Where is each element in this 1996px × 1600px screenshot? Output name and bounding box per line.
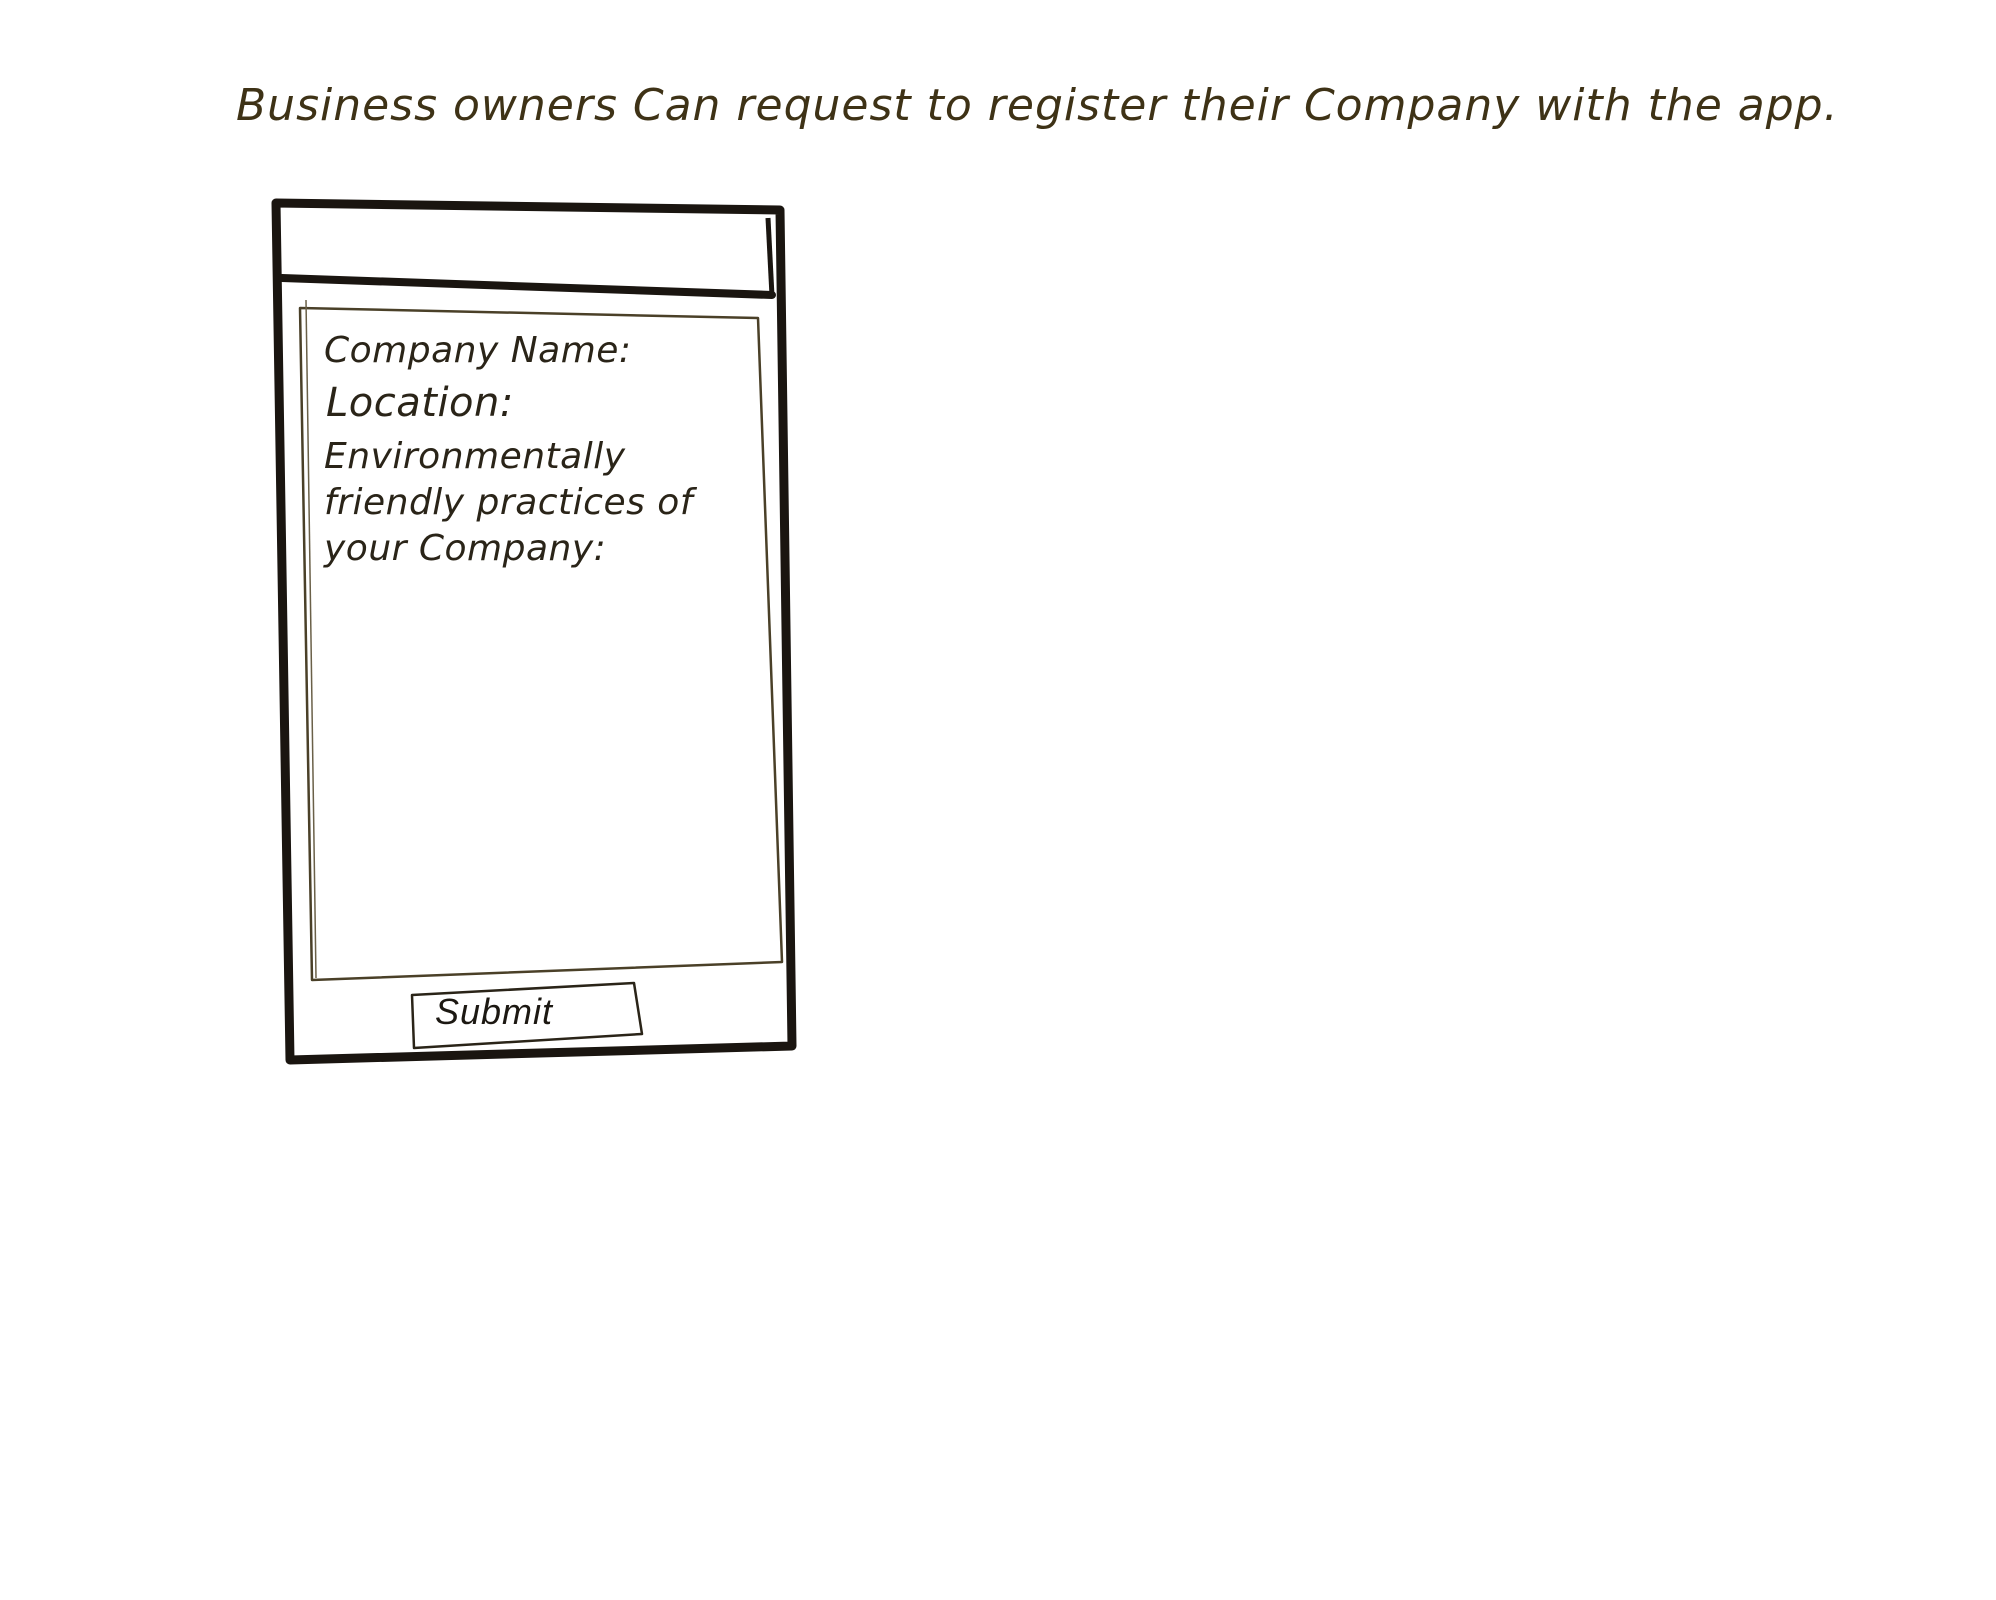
app-title-bar — [280, 208, 770, 282]
practices-label: Environmentally friendly practices of yo… — [324, 436, 694, 569]
submit-button-label: Submit — [435, 991, 554, 1032]
location-label: Location: — [326, 380, 514, 426]
submit-button[interactable]: Submit — [411, 983, 641, 1043]
page-caption: Business owners Can request to register … — [236, 80, 1839, 131]
company-name-label: Company Name: — [324, 330, 632, 371]
sketch-page: Business owners Can request to register … — [0, 0, 1996, 1600]
